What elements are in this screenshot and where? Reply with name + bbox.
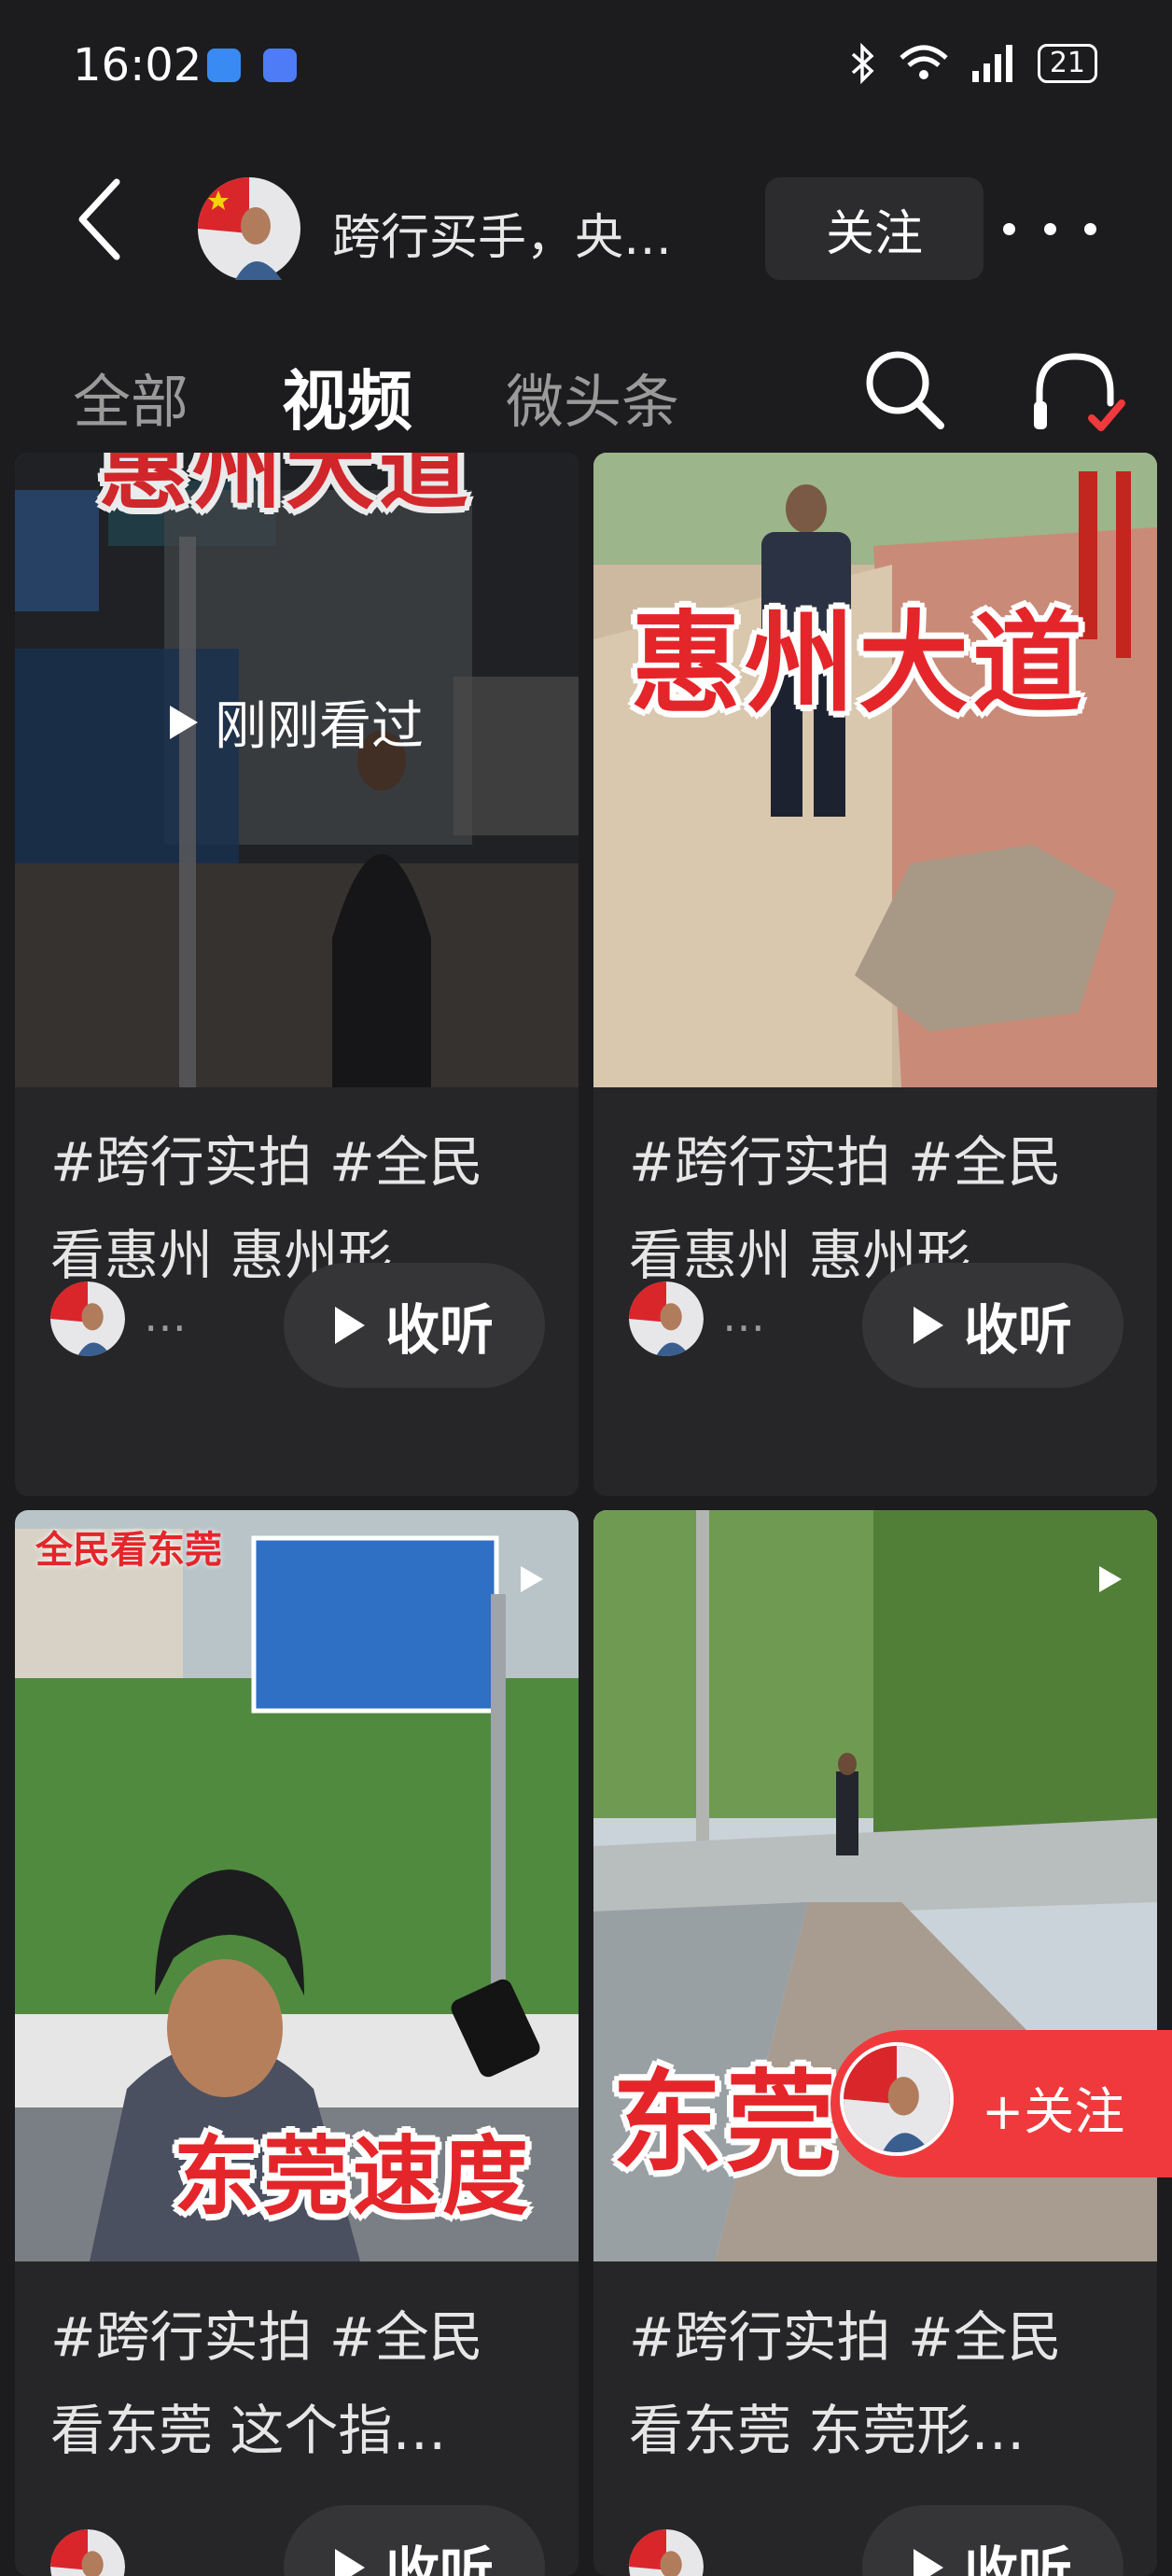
video-overlay-title: 惠州大道 bbox=[631, 599, 1087, 728]
avatar-image bbox=[198, 177, 300, 280]
tab-micro-headline[interactable]: 微头条 bbox=[506, 355, 679, 439]
author-avatar[interactable] bbox=[50, 1281, 125, 1356]
video-title-line: #跨行实拍 #全民 bbox=[50, 1130, 483, 1194]
search-icon bbox=[866, 351, 944, 429]
video-title-line: 看东莞 这个指… bbox=[50, 2399, 447, 2462]
video-title-line: #跨行实拍 #全民 bbox=[50, 2305, 483, 2369]
profile-name[interactable]: 跨行买手，央… bbox=[332, 198, 672, 268]
recently-watched-badge: 刚刚看过 bbox=[170, 684, 424, 760]
listen-label: 收听 bbox=[384, 2541, 494, 2576]
status-bar: 16:02 21 bbox=[0, 0, 1172, 140]
tab-all[interactable]: 全部 bbox=[73, 355, 188, 439]
back-button[interactable] bbox=[65, 173, 140, 266]
play-icon bbox=[334, 2549, 365, 2576]
author-name: … bbox=[722, 1291, 765, 1341]
wifi-icon bbox=[900, 45, 948, 79]
author-avatar[interactable] bbox=[629, 1281, 704, 1356]
video-thumbnail[interactable]: 全民看东莞 东莞速度 bbox=[15, 1510, 579, 2261]
video-title-line: #跨行实拍 #全民 bbox=[629, 1130, 1062, 1194]
search-button[interactable] bbox=[862, 347, 946, 431]
video-thumbnail[interactable]: 惠州大道 bbox=[593, 453, 1157, 1087]
tab-bar: 全部 视频 微头条 bbox=[0, 317, 1172, 448]
video-title[interactable]: #跨行实拍 #全民 看东莞 这个指… bbox=[50, 2290, 554, 2477]
app-icon bbox=[263, 49, 297, 82]
battery-icon: 21 bbox=[1037, 44, 1097, 83]
video-card[interactable]: 惠州大道 刚刚看过 #跨行实拍 #全民 看惠州 惠州形… … 收听 bbox=[15, 453, 579, 1496]
listen-label: 收听 bbox=[384, 1298, 494, 1362]
avatar[interactable] bbox=[198, 177, 300, 280]
avatar[interactable] bbox=[840, 2042, 954, 2156]
headphones-icon bbox=[1034, 353, 1125, 431]
video-title[interactable]: #跨行实拍 #全民 看东莞 东莞形… bbox=[629, 2290, 1133, 2477]
sound-app-icon bbox=[207, 49, 241, 82]
dot-icon bbox=[1043, 222, 1056, 235]
play-indicator-icon bbox=[1099, 1566, 1122, 1592]
avatar-image bbox=[50, 2529, 125, 2576]
dot-icon bbox=[1084, 222, 1096, 235]
avatar-image bbox=[844, 2046, 950, 2152]
author-avatar[interactable] bbox=[629, 2529, 704, 2576]
avatar-image bbox=[50, 1281, 125, 1356]
video-overlay-title: 东莞速度 bbox=[174, 2127, 533, 2227]
bluetooth-icon bbox=[851, 43, 874, 84]
video-overlay-title: 惠州大道 bbox=[99, 453, 472, 522]
listen-button[interactable]: 收听 bbox=[284, 1263, 545, 1388]
status-time: 16:02 bbox=[73, 39, 202, 91]
floating-follow-label[interactable]: +关注 bbox=[982, 2070, 1124, 2144]
corner-label: 全民看东莞 bbox=[35, 1529, 222, 1572]
video-card[interactable]: 全民看东莞 东莞速度 #跨行实拍 #全民 看东莞 这个指… 收听 bbox=[15, 1510, 579, 2576]
author-name: … bbox=[144, 1291, 187, 1341]
play-indicator-icon bbox=[521, 1566, 543, 1592]
video-title-line: 看东莞 东莞形… bbox=[629, 2399, 1026, 2462]
listen-button[interactable]: 收听 bbox=[862, 2505, 1123, 2576]
dot-icon bbox=[1003, 222, 1015, 235]
chevron-left-icon bbox=[78, 178, 120, 260]
video-title-line: #跨行实拍 #全民 bbox=[629, 2305, 1062, 2369]
play-icon bbox=[913, 2549, 943, 2576]
listen-mode-button[interactable] bbox=[1026, 345, 1129, 439]
play-icon bbox=[913, 1307, 943, 1344]
more-options-button[interactable] bbox=[1003, 201, 1096, 257]
status-icons: 21 bbox=[849, 43, 1097, 84]
video-thumbnail[interactable]: 惠州大道 刚刚看过 bbox=[15, 453, 579, 1087]
listen-label: 收听 bbox=[963, 2541, 1072, 2576]
street-scene-image bbox=[15, 453, 579, 1087]
tab-video[interactable]: 视频 bbox=[282, 349, 412, 443]
avatar-image bbox=[629, 1281, 704, 1356]
play-icon bbox=[334, 1307, 365, 1344]
follow-button[interactable]: 关注 bbox=[765, 177, 984, 280]
sidewalk-scene-image bbox=[593, 453, 1157, 1087]
author-avatar[interactable] bbox=[50, 2529, 125, 2576]
video-card[interactable]: 惠州大道 #跨行实拍 #全民 看惠州 惠州形… … 收听 bbox=[593, 453, 1157, 1496]
listen-label: 收听 bbox=[963, 1298, 1072, 1362]
listen-button[interactable]: 收听 bbox=[284, 2505, 545, 2576]
play-icon bbox=[170, 705, 198, 739]
video-overlay-title: 东莞 bbox=[612, 2058, 841, 2187]
recently-watched-label: 刚刚看过 bbox=[215, 696, 424, 757]
avatar-image bbox=[629, 2529, 704, 2576]
listen-button[interactable]: 收听 bbox=[862, 1263, 1123, 1388]
signal-icon bbox=[971, 45, 1012, 82]
